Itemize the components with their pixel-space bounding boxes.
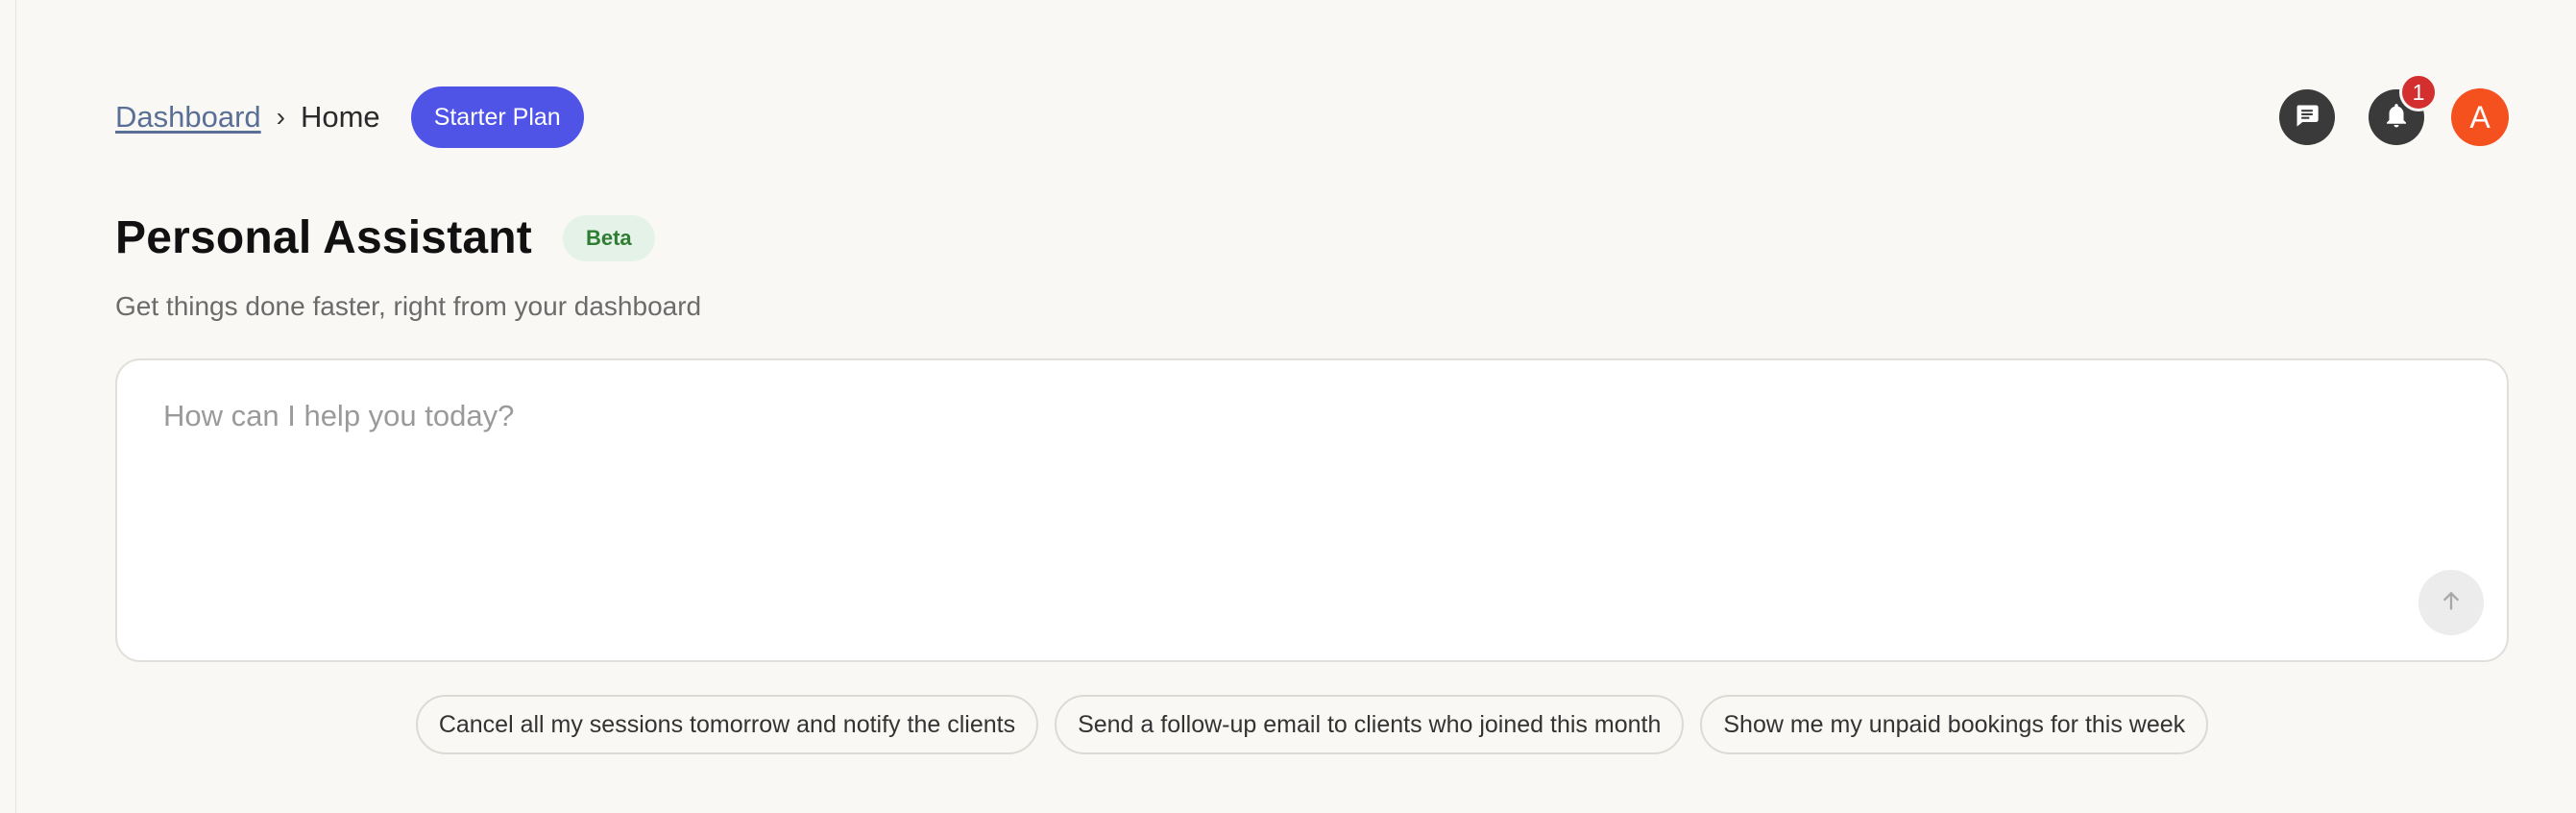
notification-count-badge: 1 xyxy=(2399,73,2438,111)
breadcrumb: Dashboard › Home Starter Plan xyxy=(115,86,584,148)
arrow-up-icon xyxy=(2438,587,2465,619)
breadcrumb-current: Home xyxy=(300,100,380,134)
page-title: Personal Assistant xyxy=(115,212,532,263)
breadcrumb-dashboard-link[interactable]: Dashboard xyxy=(115,100,261,135)
suggestion-chip[interactable]: Cancel all my sessions tomorrow and noti… xyxy=(415,695,1039,754)
prompt-box xyxy=(115,358,2509,662)
sidebar-edge xyxy=(0,0,16,813)
top-bar: Dashboard › Home Starter Plan 1 A xyxy=(115,73,2509,150)
user-avatar[interactable]: A xyxy=(2451,88,2509,146)
plan-badge[interactable]: Starter Plan xyxy=(410,86,584,148)
header-actions: 1 A xyxy=(2279,73,2509,146)
title-row: Personal Assistant Beta xyxy=(115,211,655,264)
main-content: Dashboard › Home Starter Plan 1 A Person… xyxy=(115,0,2509,813)
chat-bubble-icon xyxy=(2294,102,2321,134)
messages-button[interactable] xyxy=(2279,89,2335,145)
page: Dashboard › Home Starter Plan 1 A Person… xyxy=(0,0,2576,813)
prompt-input[interactable] xyxy=(163,399,2372,591)
suggestion-chips: Cancel all my sessions tomorrow and noti… xyxy=(115,695,2509,754)
notifications-button[interactable]: 1 xyxy=(2369,73,2438,145)
send-button[interactable] xyxy=(2418,570,2484,635)
suggestion-chip[interactable]: Show me my unpaid bookings for this week xyxy=(1700,695,2209,754)
suggestion-chip[interactable]: Send a follow-up email to clients who jo… xyxy=(1055,695,1685,754)
page-subtitle: Get things done faster, right from your … xyxy=(115,291,702,321)
beta-badge: Beta xyxy=(562,214,655,261)
breadcrumb-separator: › xyxy=(276,102,285,132)
